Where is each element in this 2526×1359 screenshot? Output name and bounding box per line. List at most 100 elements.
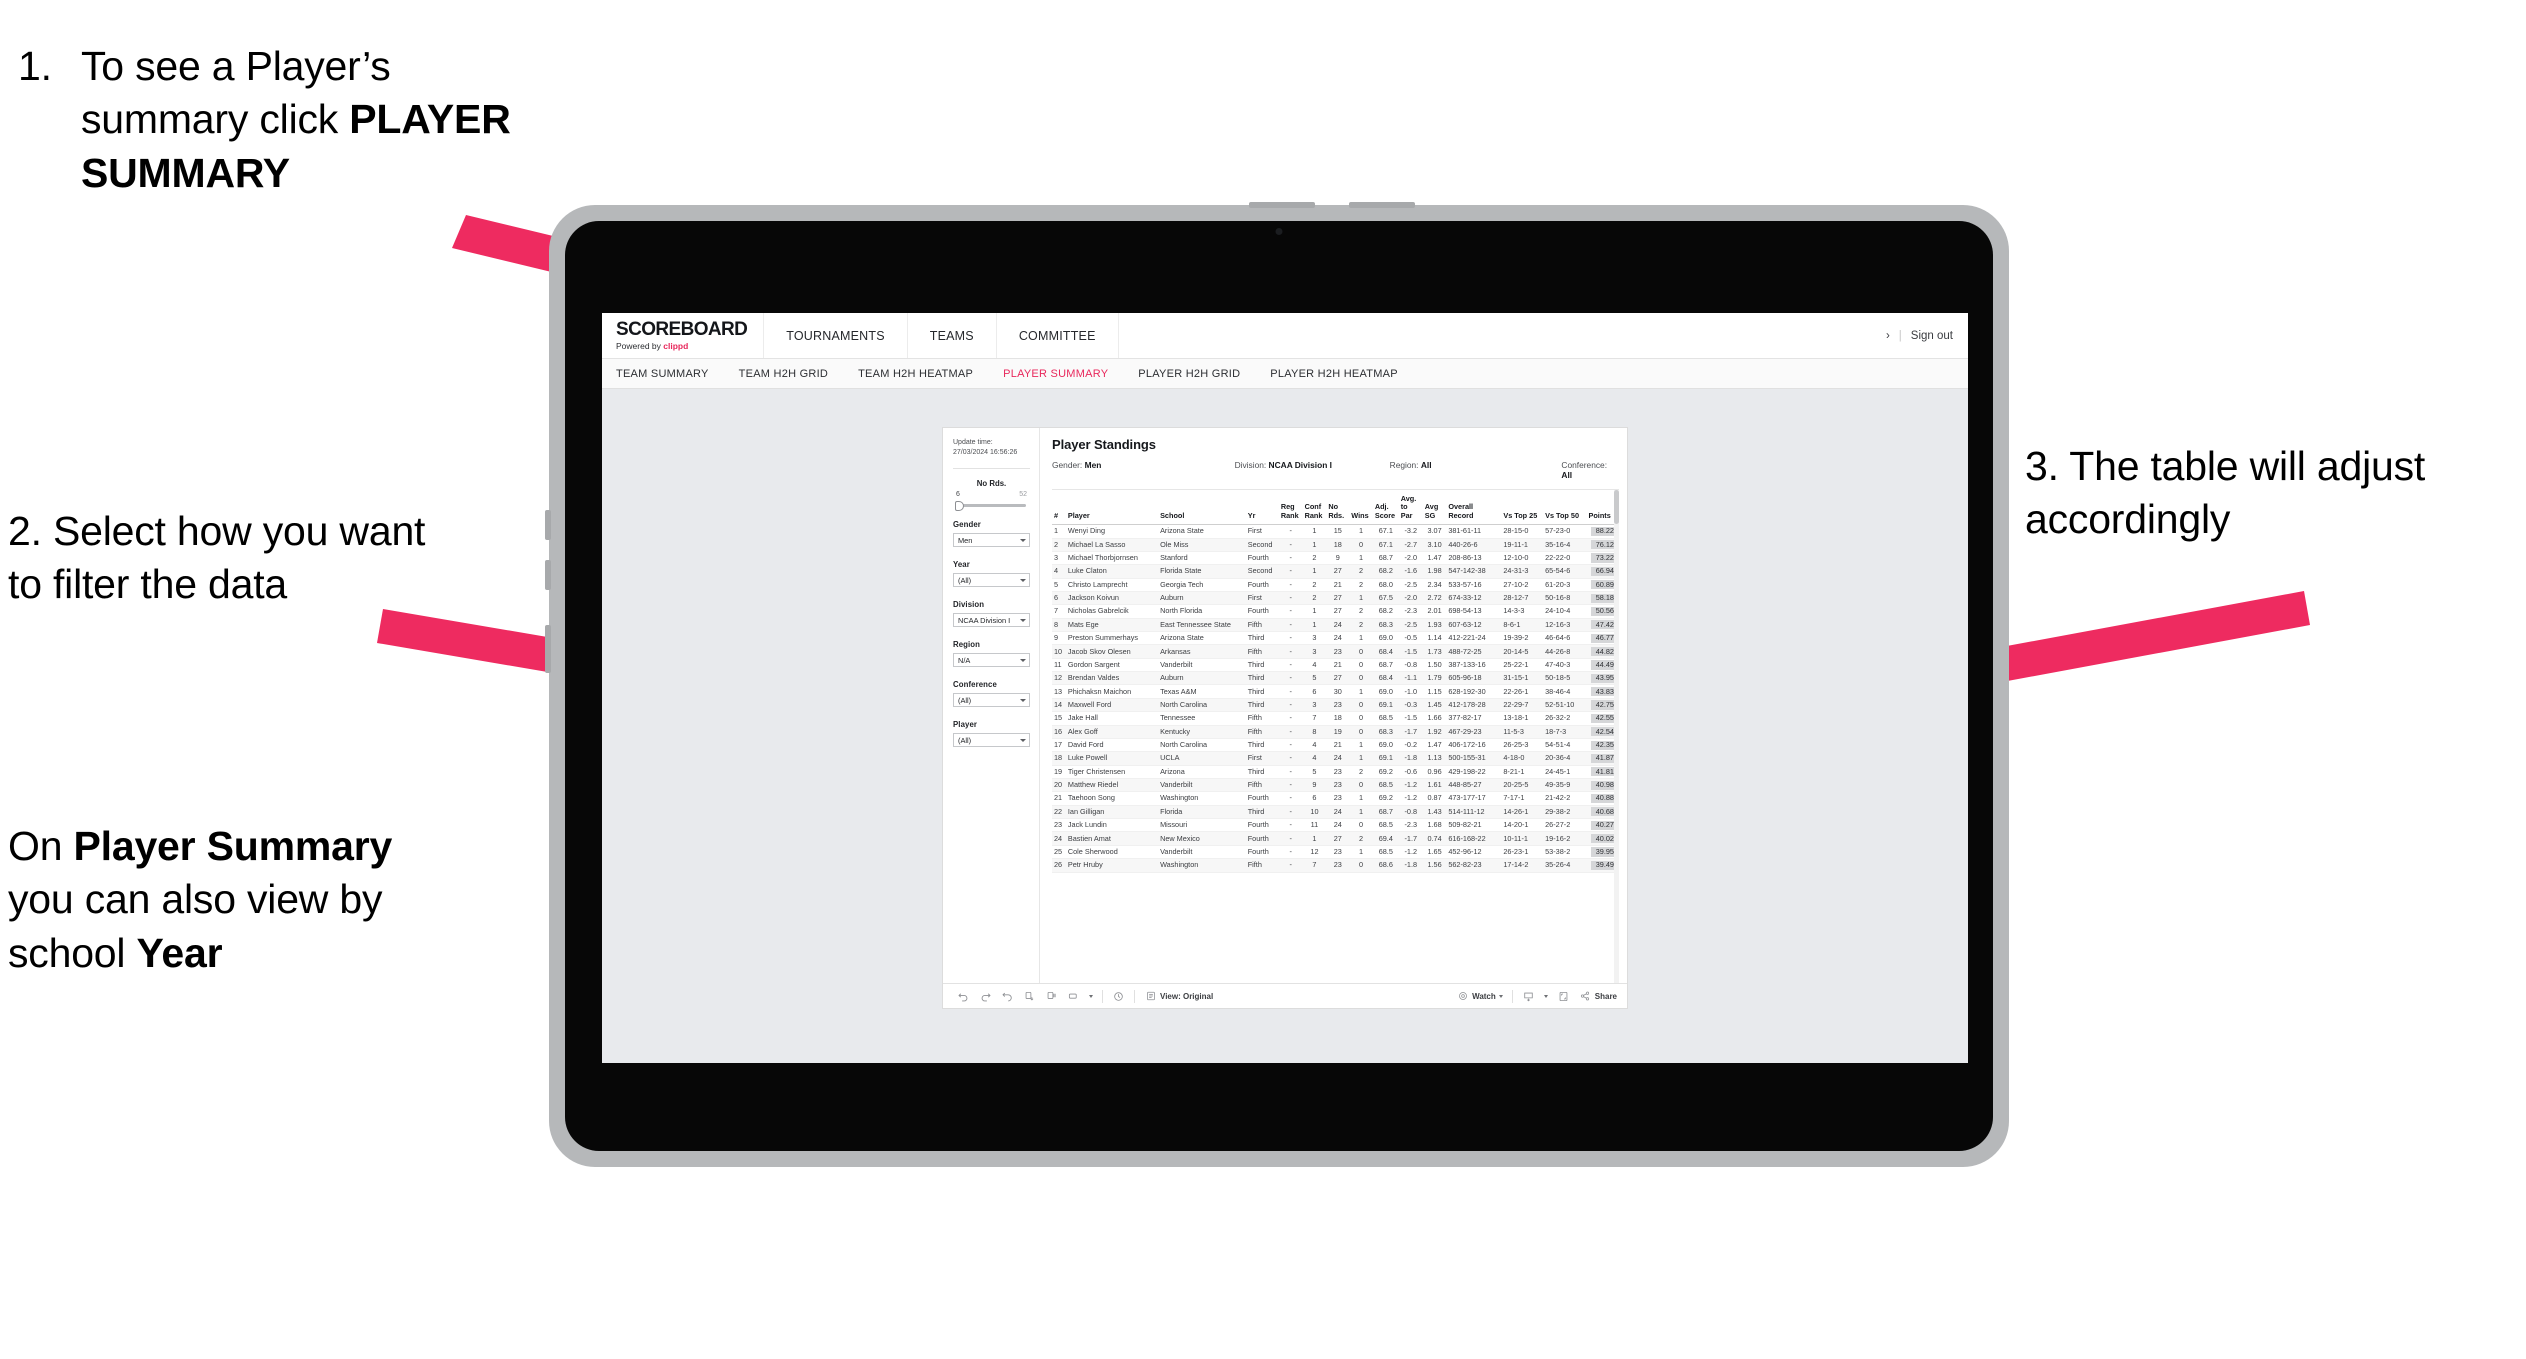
device-layout-icon[interactable]	[1067, 990, 1080, 1003]
col-vs-top-50[interactable]: Vs Top 50	[1543, 493, 1587, 526]
col-avg-to-par[interactable]: Avg. to Par	[1398, 493, 1423, 526]
cell-yr: Third	[1245, 805, 1279, 820]
refresh-data-icon[interactable]	[1023, 990, 1036, 1003]
table-row[interactable]: 13 Phichaksn Maichon Texas A&M Third -6 30 1 69…	[1052, 684, 1619, 699]
col-school[interactable]: School	[1158, 493, 1246, 526]
cell-avg-sg: 2.01	[1422, 604, 1447, 619]
nav-teams[interactable]: TEAMS	[908, 313, 997, 358]
cell-wins: 2	[1349, 765, 1373, 780]
table-scrollbar-thumb[interactable]	[1614, 490, 1619, 524]
filter-year-select[interactable]: (All)	[953, 573, 1030, 588]
table-row[interactable]: 8 Mats Ege East Tennessee State Fifth -1 24 2 6…	[1052, 618, 1619, 633]
nav-committee[interactable]: COMMITTEE	[997, 313, 1119, 358]
table-row[interactable]: 14 Maxwell Ford North Carolina Third -3 23 0 69…	[1052, 698, 1619, 713]
cell-wins: 0	[1349, 711, 1373, 726]
table-row[interactable]: 9 Preston Summerhays Arizona State Third -3 2…	[1052, 631, 1619, 646]
brand-logo[interactable]: SCOREBOARD Powered by clippd	[602, 313, 765, 358]
col-avg-sg[interactable]: Avg SG	[1422, 493, 1447, 526]
device-layout-caret-icon[interactable]	[1089, 994, 1093, 998]
cell-avg-sg: 1.73	[1422, 644, 1447, 659]
view-original-button[interactable]: View: Original	[1144, 990, 1213, 1003]
filter-region-select[interactable]: N/A	[953, 653, 1030, 668]
no-rounds-slider[interactable]	[955, 500, 1026, 511]
tab-team-h2h-heatmap[interactable]: TEAM H2H HEATMAP	[858, 368, 973, 380]
col-player[interactable]: Player	[1065, 493, 1159, 526]
table-row[interactable]: 25 Cole Sherwood Vanderbilt Fourth -12 23 1 68.…	[1052, 845, 1619, 860]
toolbar-divider-1	[1102, 989, 1103, 1003]
table-row[interactable]: 5 Christo Lamprecht Georgia Tech Fourth -2 21…	[1052, 578, 1619, 592]
sign-out-link[interactable]: Sign out	[1911, 330, 1953, 342]
col-reg-rank[interactable]: Reg Rank	[1278, 493, 1303, 526]
table-row[interactable]: 16 Alex Goff Kentucky Fifth -8 19 0 68.3 -1.7 1.9…	[1052, 725, 1619, 739]
undo-icon[interactable]	[957, 990, 970, 1003]
cell-overall-record: 562-82-23	[1446, 858, 1502, 873]
col-vs-top-25[interactable]: Vs Top 25	[1501, 493, 1544, 526]
filter-player-select[interactable]: (All)	[953, 733, 1030, 748]
col-wins[interactable]: Wins	[1349, 493, 1373, 526]
redo-icon[interactable]	[979, 990, 992, 1003]
cell-player: Gordon Sargent	[1065, 658, 1159, 673]
cell-player: Maxwell Ford	[1065, 698, 1159, 713]
cell-rank: 4	[1052, 564, 1066, 579]
nav-tournaments[interactable]: TOURNAMENTS	[764, 313, 908, 358]
col-no-rds[interactable]: No Rds.	[1326, 493, 1350, 526]
account-chevron-icon[interactable]: ›	[1886, 330, 1890, 342]
col-conf-rank[interactable]: Conf Rank	[1302, 493, 1327, 526]
table-row[interactable]: 4 Luke Claton Florida State Second -1 27 2 68.2…	[1052, 564, 1619, 579]
cell-yr: Fourth	[1245, 551, 1279, 566]
filter-gender-select[interactable]: Men	[953, 533, 1030, 548]
cell-adj-score: 69.4	[1372, 831, 1399, 846]
table-row[interactable]: 15 Jake Hall Tennessee Fifth -7 18 0 68.5 -1.5 1.…	[1052, 711, 1619, 726]
table-row[interactable]: 21 Taehoon Song Washington Fourth -6 23 1 69.2-…	[1052, 791, 1619, 806]
table-row[interactable]: 3 Michael Thorbjornsen Stanford Fourth -2 9 1 6…	[1052, 551, 1619, 566]
table-row[interactable]: 22 Ian Gilligan Florida Third -10 24 1 68.7 -0.8…	[1052, 805, 1619, 820]
tab-team-summary[interactable]: TEAM SUMMARY	[616, 368, 709, 380]
table-row[interactable]: 26 Petr Hruby Washington Fifth -7 23 0 68.6 -1.8…	[1052, 858, 1619, 873]
table-row[interactable]: 18 Luke Powell UCLA First -4 24 1 69.1 -1.8 1.13 5…	[1052, 751, 1619, 766]
table-row[interactable]: 6 Jackson Koivun Auburn First -2 27 1 67.5 -2.0 2…	[1052, 591, 1619, 606]
cell-wins: 1	[1349, 751, 1373, 766]
cell-player: Petr Hruby	[1065, 858, 1159, 873]
table-row[interactable]: 7 Nicholas Gabrelcik North Florida Fourth -1…	[1052, 604, 1619, 619]
no-rounds-slider-handle[interactable]	[955, 500, 964, 511]
annotation-step-1: 1. To see a Player’s summary click PLAYE…	[18, 40, 538, 200]
table-row[interactable]: 23 Jack Lundin Missouri Fourth -11 24 0 68.5 -2.…	[1052, 818, 1619, 833]
cell-avg-to-par: -1.2	[1398, 791, 1423, 806]
cell-rank: 24	[1052, 831, 1066, 846]
tab-player-h2h-heatmap[interactable]: PLAYER H2H HEATMAP	[1270, 368, 1398, 380]
table-row[interactable]: 2 Michael La Sasso Ole Miss Second -1 18 0 67.1…	[1052, 538, 1619, 552]
filter-division-select[interactable]: NCAA Division I	[953, 613, 1030, 628]
tab-team-h2h-grid[interactable]: TEAM H2H GRID	[739, 368, 828, 380]
cell-vs-top-50: 19-16-2	[1543, 831, 1587, 846]
revert-icon[interactable]	[1001, 990, 1014, 1003]
watch-button[interactable]: Watch	[1456, 990, 1503, 1003]
dashboard-actions-icon[interactable]	[1112, 990, 1125, 1003]
filter-conference-select[interactable]: (All)	[953, 693, 1030, 708]
cell-yr: First	[1245, 524, 1279, 539]
cell-reg-rank: -	[1278, 644, 1303, 659]
table-row[interactable]: 24 Bastien Amat New Mexico Fourth -1 27 2 69.4-…	[1052, 831, 1619, 846]
table-row[interactable]: 17 David Ford North Carolina Third -4 21 1 69.0…	[1052, 738, 1619, 753]
col-rank[interactable]: #	[1052, 493, 1066, 526]
tab-player-h2h-grid[interactable]: PLAYER H2H GRID	[1138, 368, 1240, 380]
col-yr[interactable]: Yr	[1245, 493, 1279, 526]
download-caret-icon[interactable]	[1543, 994, 1548, 998]
tab-player-summary[interactable]: PLAYER SUMMARY	[1003, 368, 1108, 380]
cell-avg-to-par: -0.8	[1398, 805, 1423, 820]
cell-rank: 2	[1052, 538, 1066, 552]
table-row[interactable]: 11 Gordon Sargent Vanderbilt Third -4 21 0 68.7…	[1052, 658, 1619, 673]
col-adj-score[interactable]: Adj. Score	[1372, 493, 1399, 526]
pause-updates-icon[interactable]	[1045, 990, 1058, 1003]
table-row[interactable]: 20 Matthew Riedel Vanderbilt Fifth -9 23 0 68.5…	[1052, 778, 1619, 793]
fullscreen-icon[interactable]	[1557, 990, 1570, 1003]
table-row[interactable]: 19 Tiger Christensen Arizona Third -5 23 2 69.2…	[1052, 765, 1619, 780]
table-row[interactable]: 1 Wenyi Ding Arizona State First -1 15 1 67.1 -3…	[1052, 524, 1619, 539]
table-row[interactable]: 12 Brendan Valdes Auburn Third -5 27 0 68.4 -1.1…	[1052, 671, 1619, 686]
col-overall-record[interactable]: Overall Record	[1446, 493, 1502, 526]
share-button[interactable]: Share	[1579, 990, 1617, 1003]
download-icon[interactable]	[1522, 990, 1535, 1003]
cell-no-rds: 27	[1326, 671, 1350, 686]
table-scrollbar[interactable]	[1614, 490, 1619, 983]
cell-adj-score: 68.0	[1372, 578, 1399, 592]
table-row[interactable]: 10 Jacob Skov Olesen Arkansas Fifth -3 23 0 68.…	[1052, 644, 1619, 659]
